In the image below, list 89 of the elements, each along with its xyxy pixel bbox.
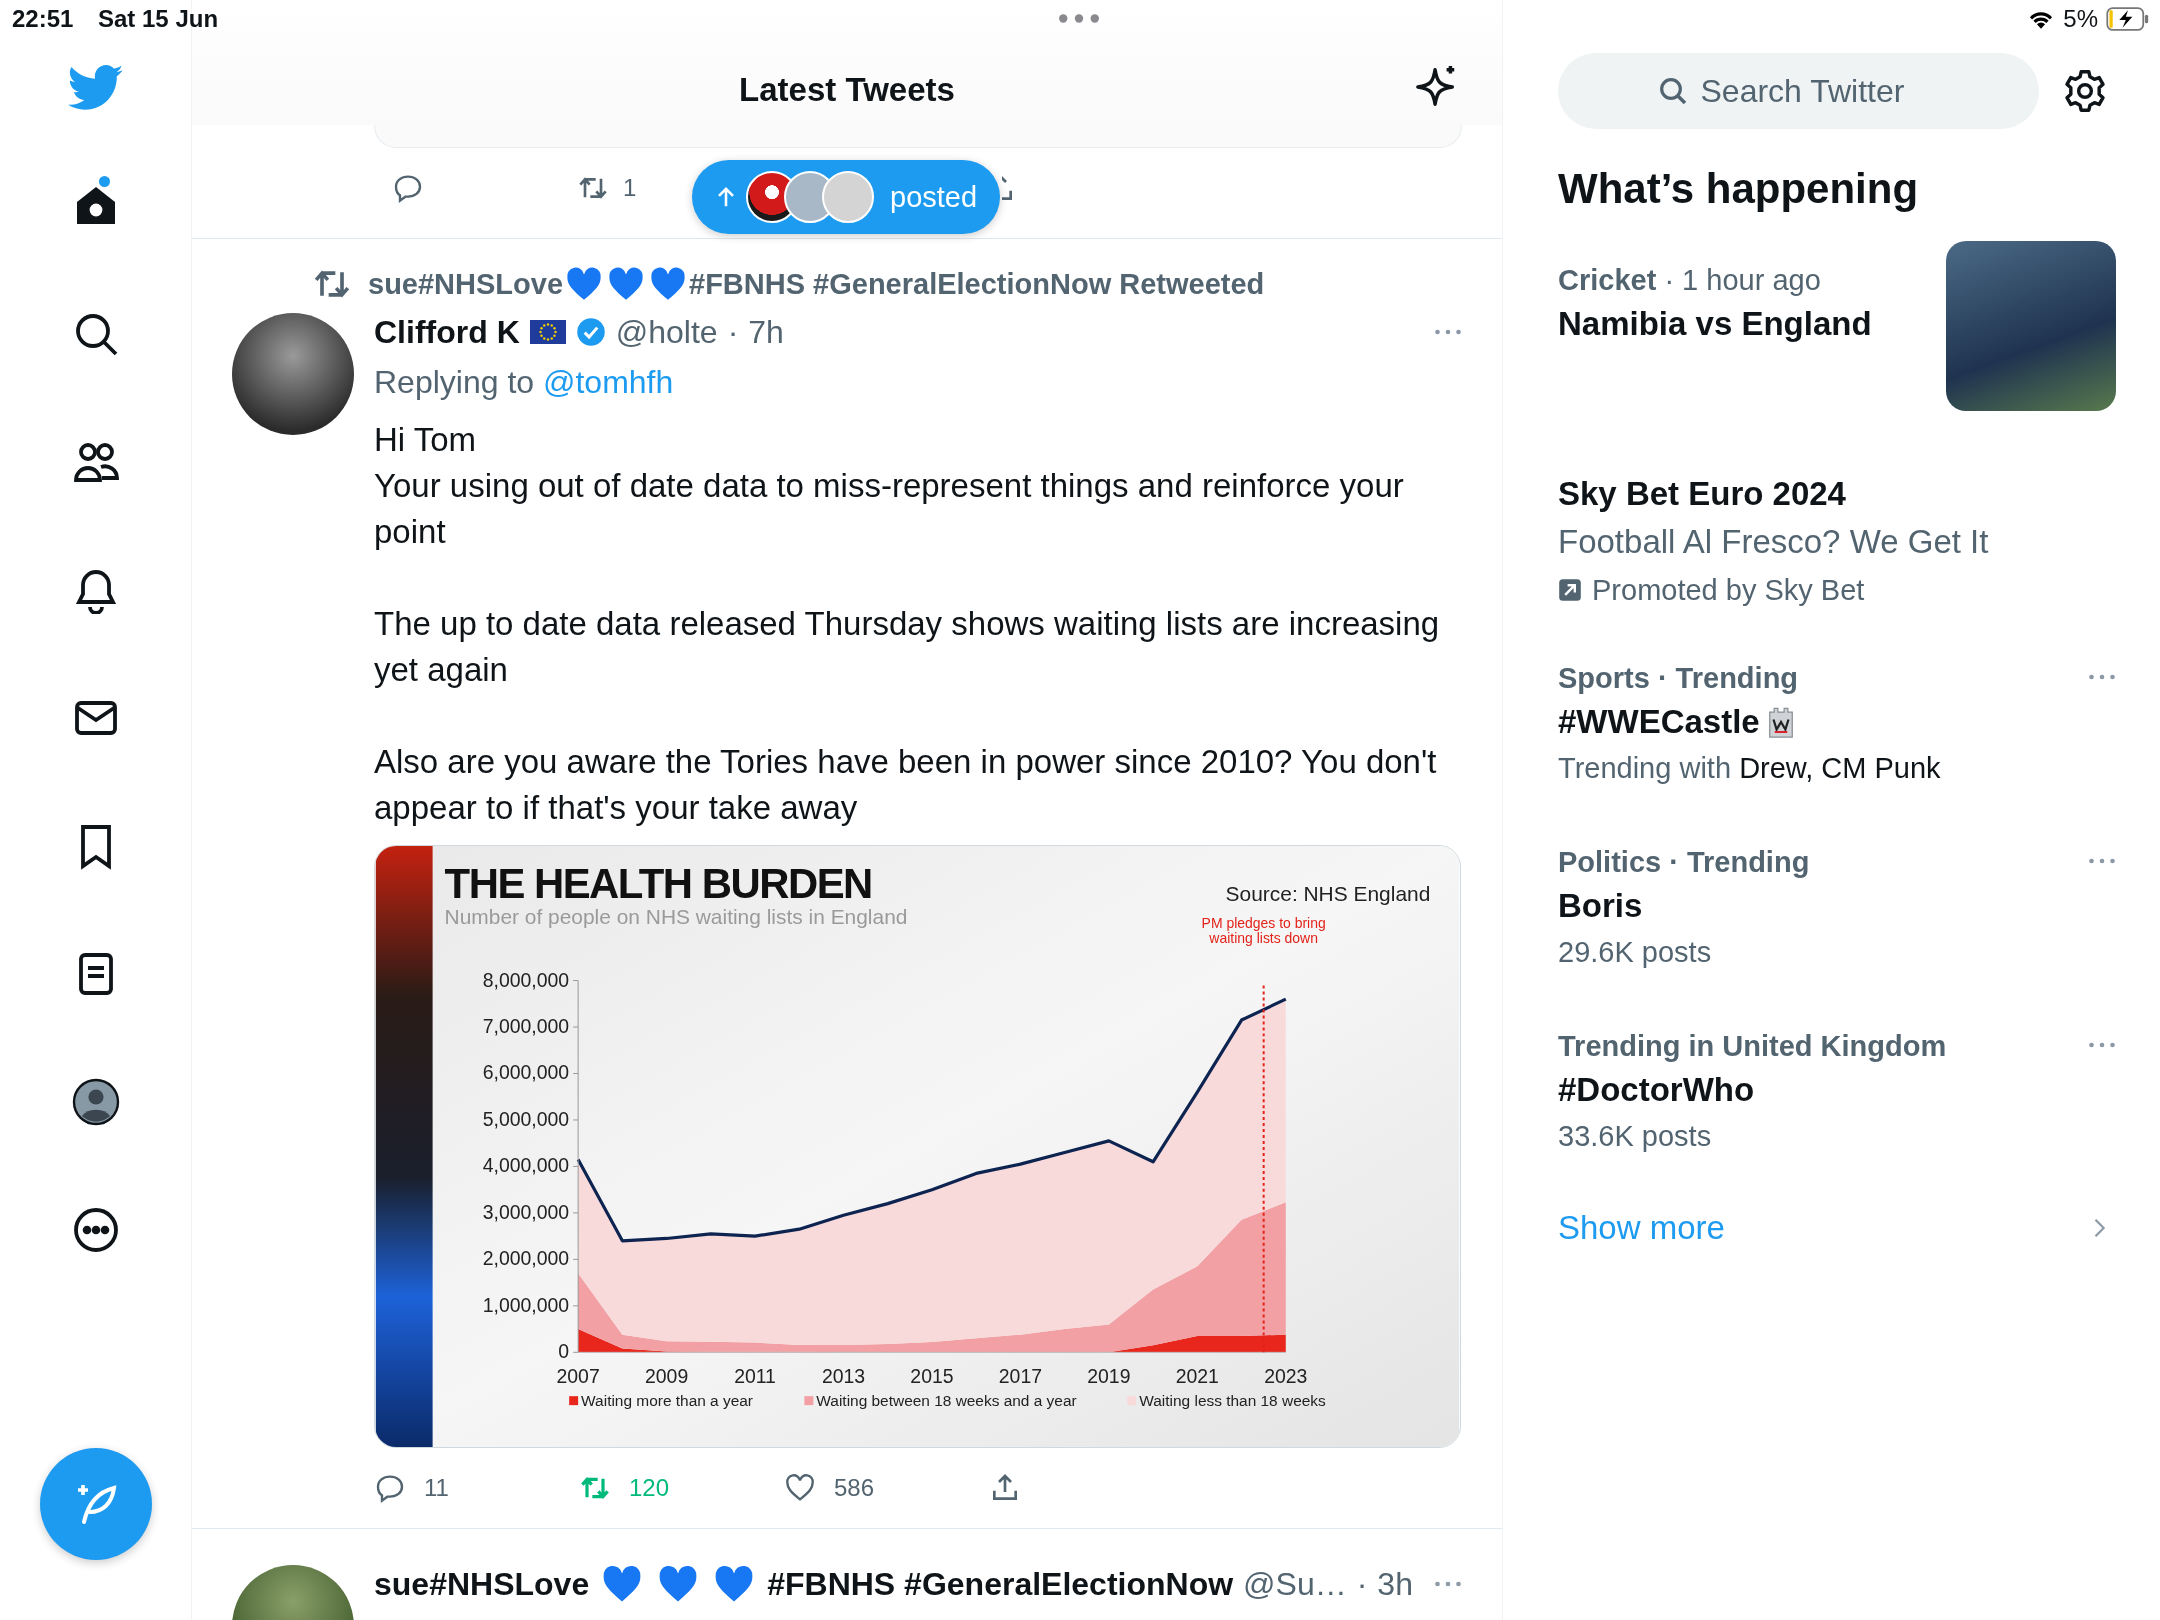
y-tick-label: 1,000,000 bbox=[482, 1293, 570, 1316]
trend-title[interactable]: Namibia vs England bbox=[1558, 301, 1946, 347]
tweet-time[interactable]: 3h bbox=[1377, 1565, 1413, 1603]
y-tick-label: 6,000,000 bbox=[482, 1061, 570, 1084]
retweeted-by-text[interactable]: #FBNHS #GeneralElectionNow Retweeted bbox=[689, 267, 1265, 301]
eu-flag-icon bbox=[529, 320, 566, 344]
y-tick-label: 3,000,000 bbox=[482, 1200, 570, 1223]
more-icon[interactable] bbox=[1434, 1580, 1462, 1588]
trend-detail-label: Trending with bbox=[1558, 752, 1731, 784]
trend-detail: Drew, CM Punk bbox=[1739, 752, 1941, 784]
heart-icon bbox=[565, 266, 603, 302]
like-count: 586 bbox=[834, 1474, 875, 1502]
chart-title: THE HEALTH BURDEN bbox=[444, 859, 872, 907]
trend-title[interactable]: Boris bbox=[1558, 883, 1643, 929]
tweet-text: Hi Tom Your using out of date data to miss-represent things and reinforce your point bbox=[374, 420, 1405, 552]
heart-icon bbox=[649, 266, 687, 302]
chart-source: Source: NHS England bbox=[1225, 881, 1431, 905]
author-name[interactable]: Clifford K bbox=[374, 313, 520, 351]
separator-dot: · bbox=[727, 313, 739, 351]
avatar bbox=[822, 171, 874, 223]
trend-detail: 29.6K posts bbox=[1558, 936, 1712, 968]
tweet-text: The up to date data released Thursday shows waiting lists are increasing yet again bbox=[374, 604, 1441, 690]
more-icon[interactable] bbox=[2088, 857, 2116, 865]
status-time: 22:51 bbox=[12, 5, 74, 33]
trend-context: Trending in United Kingdom bbox=[1558, 1029, 1948, 1064]
battery-charging-icon bbox=[2106, 7, 2150, 31]
reply-count: 11 bbox=[424, 1474, 449, 1502]
profile-nav-button[interactable] bbox=[71, 1078, 120, 1126]
status-date: Sat 15 Jun bbox=[98, 5, 219, 33]
search-bar[interactable]: Search Twitter bbox=[1558, 53, 2039, 129]
x-tick-label: 2019 bbox=[1087, 1365, 1131, 1388]
x-tick-label: 2017 bbox=[998, 1365, 1042, 1388]
legend-label: Waiting more than a year bbox=[581, 1392, 754, 1410]
retweeted-by-text[interactable]: sue#NHSLove bbox=[368, 267, 563, 301]
trend-title[interactable]: #WWECastle bbox=[1558, 699, 1760, 745]
y-tick-label: 8,000,000 bbox=[482, 968, 570, 991]
trend-context: Sports · Trending bbox=[1558, 661, 1800, 696]
promoted-icon bbox=[1558, 578, 1582, 602]
reply-icon[interactable] bbox=[392, 172, 424, 204]
compose-tweet-button[interactable] bbox=[39, 1448, 152, 1560]
more-nav-button[interactable] bbox=[71, 1206, 120, 1254]
more-icon[interactable] bbox=[1434, 328, 1462, 336]
battery-percent: 5% bbox=[2063, 5, 2098, 33]
bird-logo-icon[interactable] bbox=[67, 64, 124, 112]
author-handle[interactable]: @holte bbox=[615, 313, 718, 351]
x-tick-label: 2015 bbox=[910, 1365, 954, 1388]
more-icon[interactable] bbox=[2088, 1041, 2116, 1049]
y-tick-label: 5,000,000 bbox=[482, 1107, 570, 1130]
y-tick-label: 4,000,000 bbox=[482, 1154, 570, 1177]
section-heading: What’s happening bbox=[1558, 165, 1920, 213]
trend-title[interactable]: #DoctorWho bbox=[1558, 1067, 1755, 1113]
chart-image[interactable] bbox=[374, 845, 1461, 1448]
trend-category: Cricket bbox=[1558, 264, 1657, 296]
reference-line-label: PM pledges to bring waiting lists down bbox=[1200, 915, 1327, 946]
legend-label: Waiting between 18 weeks and a year bbox=[816, 1392, 1077, 1410]
replying-to-text: Replying to @tomhfh bbox=[374, 363, 675, 402]
chevron-right-icon[interactable] bbox=[2092, 1216, 2106, 1240]
x-tick-label: 2013 bbox=[821, 1365, 866, 1388]
x-tick-label: 2009 bbox=[645, 1365, 689, 1388]
heart-icon bbox=[607, 266, 645, 302]
x-tick-label: 2011 bbox=[734, 1365, 776, 1388]
promoted-subtitle: Football Al Fresco? We Get It bbox=[1558, 522, 1990, 562]
author-name[interactable]: sue#NHSLove bbox=[374, 1565, 590, 1603]
trend-time: · 1 hour ago bbox=[1664, 264, 1821, 296]
reply-icon[interactable] bbox=[374, 1472, 406, 1504]
author-name[interactable]: #FBNHS #GeneralElectionNow bbox=[767, 1565, 1234, 1603]
promoted-by-text: Promoted by Sky Bet bbox=[1592, 573, 1865, 608]
legend-label: Waiting less than 18 weeks bbox=[1139, 1392, 1326, 1410]
tweet-text: Also are you aware the Tories have been in power since 2010? You don't appear to if that's your take away bbox=[374, 742, 1438, 828]
retweet-count: 120 bbox=[629, 1474, 670, 1502]
trend-title[interactable]: Sky Bet Euro 2024 bbox=[1558, 471, 2116, 517]
x-tick-label: 2007 bbox=[556, 1365, 600, 1388]
separator-dot: · bbox=[1356, 1565, 1368, 1603]
y-tick-label: 2,000,000 bbox=[482, 1247, 570, 1270]
y-tick-label: 0 bbox=[558, 1340, 570, 1363]
more-icon[interactable] bbox=[2088, 673, 2116, 681]
retweet-count: 1 bbox=[623, 174, 637, 202]
tweet-time[interactable]: 7h bbox=[748, 313, 784, 351]
search-input[interactable]: Search Twitter bbox=[1700, 72, 1941, 110]
trend-detail: 33.6K posts bbox=[1558, 1120, 1712, 1152]
x-tick-label: 2023 bbox=[1264, 1365, 1308, 1388]
multitasking-dots-icon[interactable] bbox=[1058, 13, 1100, 24]
settings-icon[interactable] bbox=[2062, 68, 2108, 114]
chart-subtitle: Number of people on NHS waiting lists in England bbox=[444, 904, 908, 928]
trend-context: Politics · Trending bbox=[1558, 845, 1811, 880]
timeline-title: Latest Tweets bbox=[739, 70, 955, 110]
x-tick-label: 2021 bbox=[1175, 1365, 1219, 1388]
y-tick-label: 7,000,000 bbox=[482, 1015, 570, 1037]
author-handle[interactable]: @Su… bbox=[1243, 1565, 1347, 1603]
